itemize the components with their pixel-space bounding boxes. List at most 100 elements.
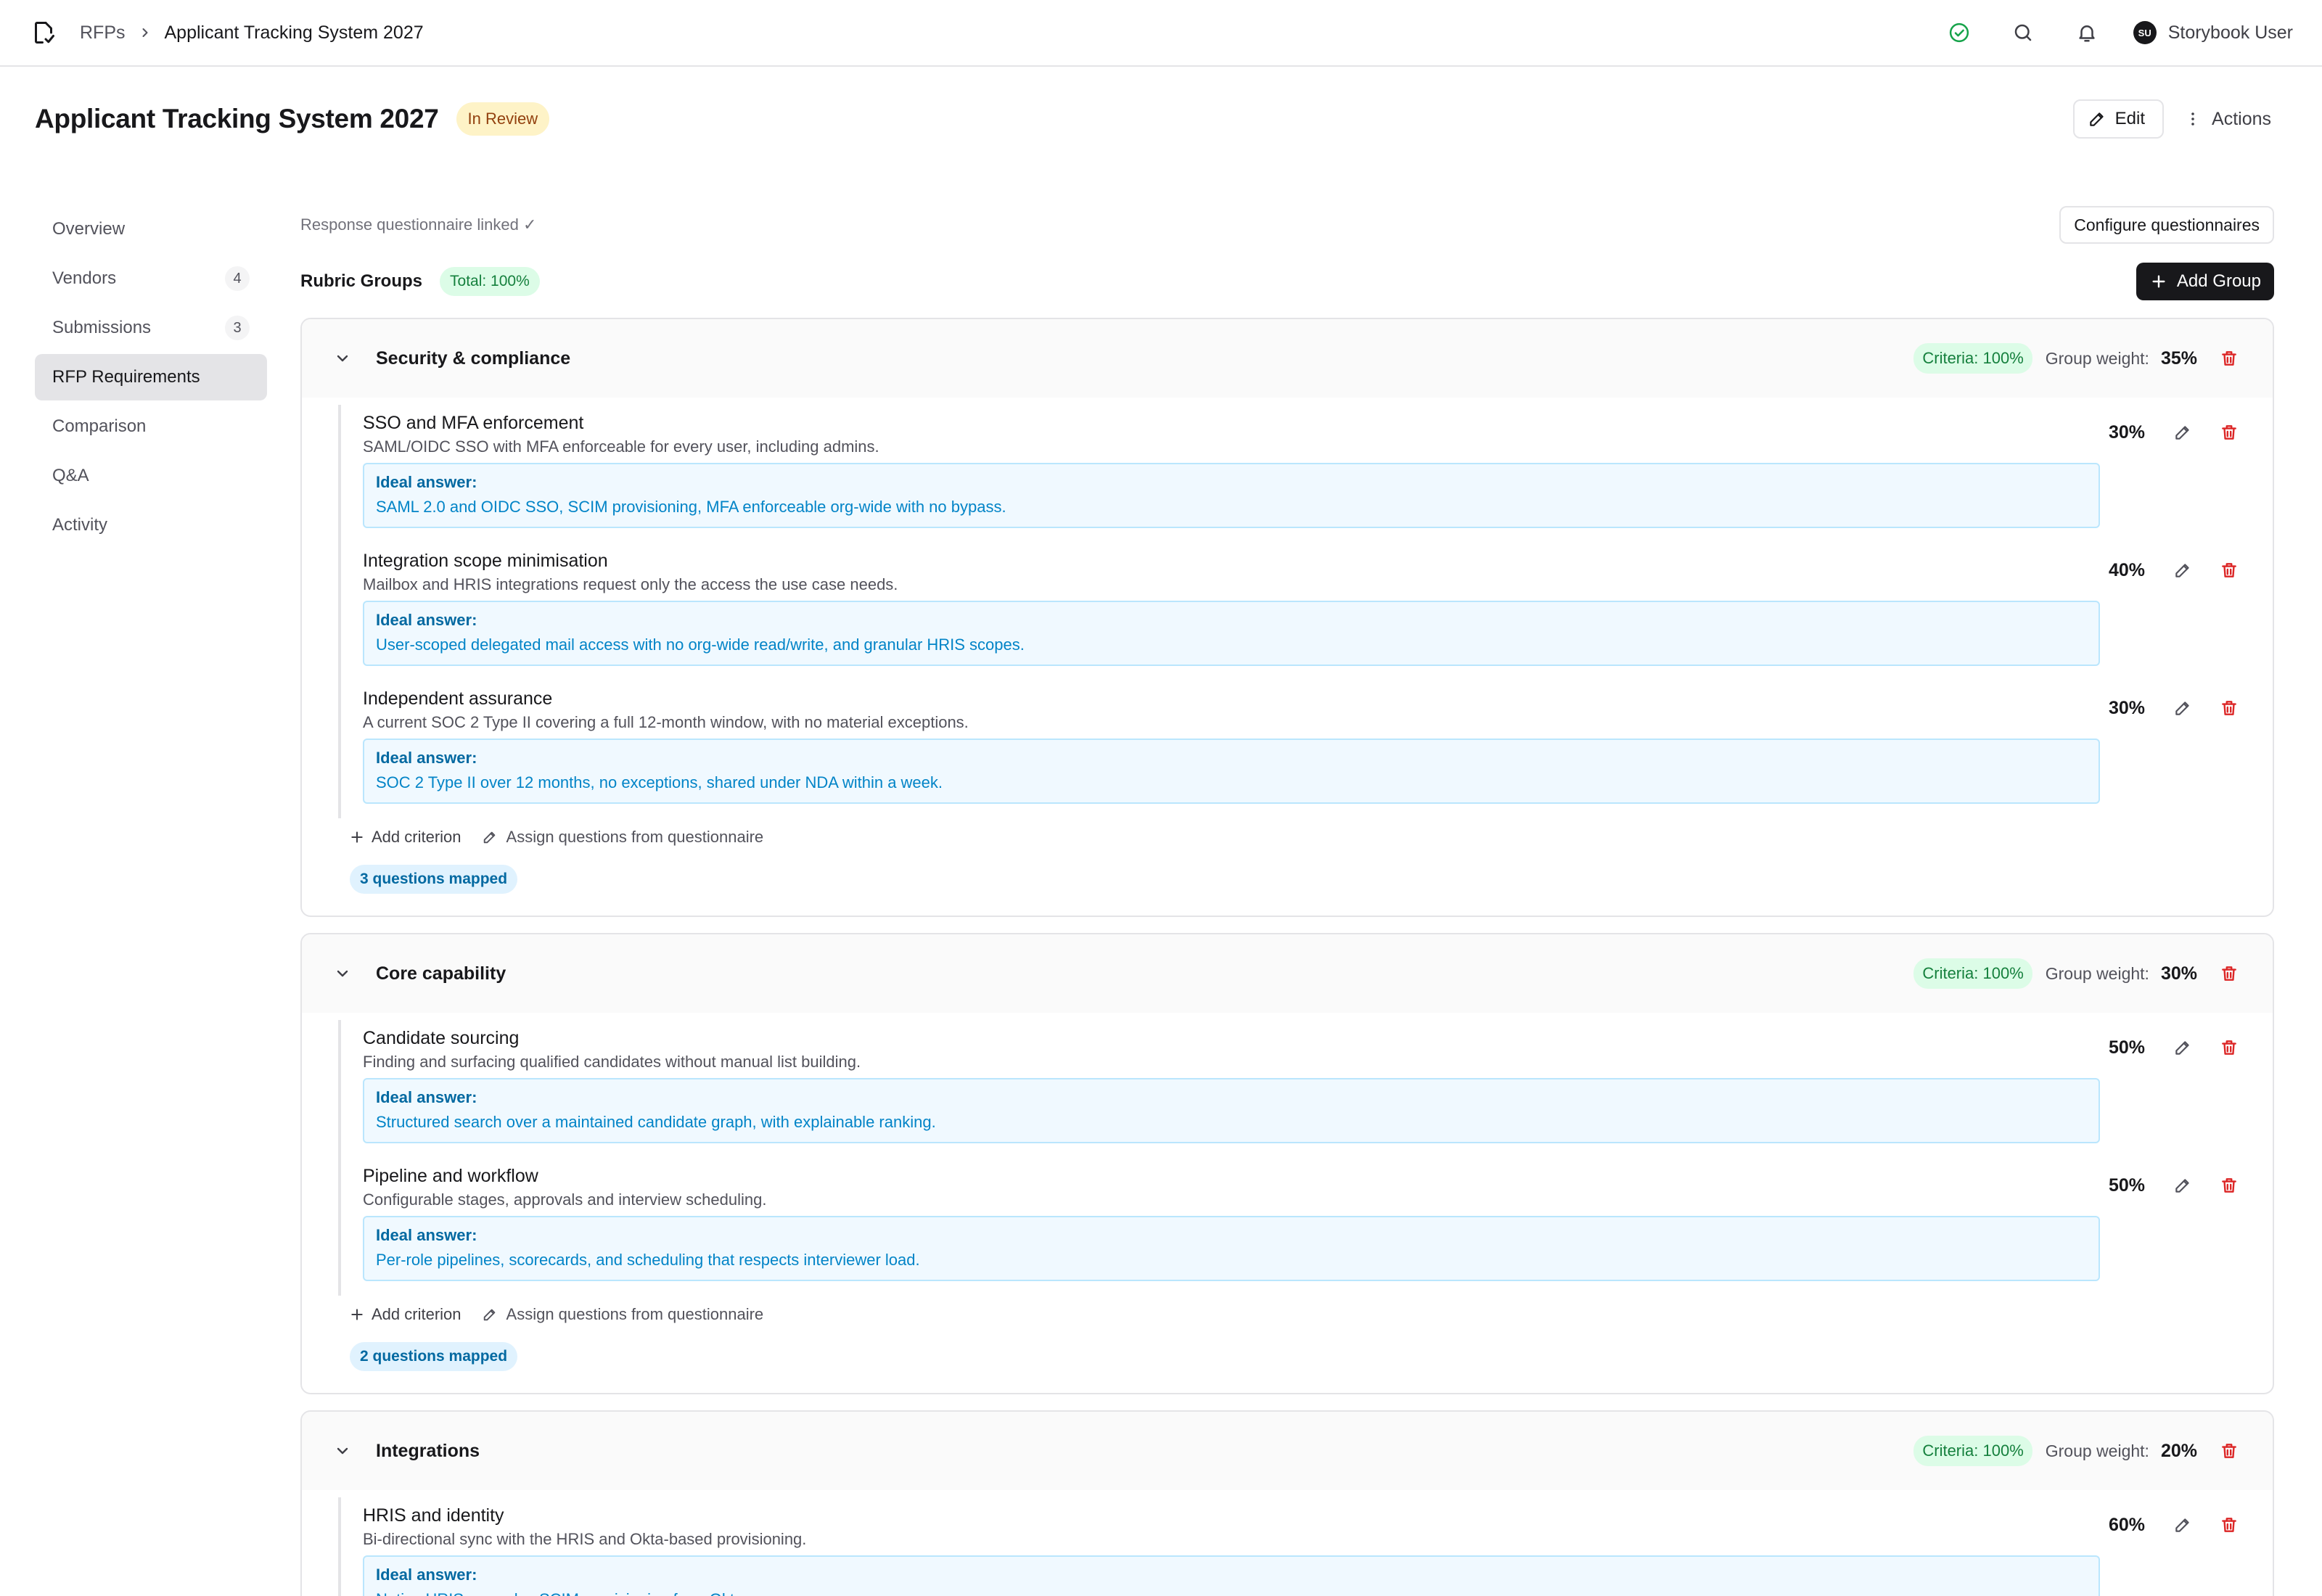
bell-icon[interactable]	[2069, 15, 2104, 50]
criterion-weight: 30%	[2108, 421, 2145, 443]
more-vertical-icon	[2191, 112, 2194, 126]
top-right-controls: SU Storybook User	[1913, 15, 2293, 50]
criterion-controls: 60%	[2101, 1510, 2244, 1539]
chevron-down-icon[interactable]	[332, 963, 353, 984]
questions-mapped-badge[interactable]: 3 questions mapped	[350, 865, 518, 894]
trash-icon[interactable]	[2215, 344, 2244, 373]
breadcrumb-rfps[interactable]: RFPs	[80, 22, 126, 44]
rubric-group: Integrations Criteria: 100% Group weight…	[300, 1410, 2274, 1596]
user-menu[interactable]: SU Storybook User	[2133, 21, 2293, 44]
edit-button[interactable]: Edit	[2072, 99, 2165, 139]
rubric-groups-header: Rubric Groups Total: 100% Add Group	[300, 261, 2274, 302]
trash-icon[interactable]	[2215, 1436, 2244, 1465]
pencil-icon[interactable]	[2168, 418, 2197, 447]
trash-icon[interactable]	[2215, 1510, 2244, 1539]
actions-button[interactable]: Actions	[2184, 109, 2271, 130]
trash-icon[interactable]	[2215, 959, 2244, 988]
questions-mapped-badge[interactable]: 2 questions mapped	[350, 1342, 518, 1371]
header-actions: Edit Actions	[2072, 99, 2287, 139]
criterion-weight: 50%	[2108, 1037, 2145, 1058]
chevron-right-icon	[136, 23, 155, 42]
add-criterion-button[interactable]: Add criterion	[350, 828, 461, 847]
sidebar-item-rfp-requirements[interactable]: RFP Requirements	[35, 354, 267, 400]
group-meta: Criteria: 100% Group weight: 20%	[1913, 1436, 2244, 1466]
sidebar-nav: Overview Vendors 4 Submissions 3 RFP Req…	[35, 206, 267, 551]
plus-icon	[2152, 275, 2165, 288]
sidebar-item-label: Q&A	[52, 466, 89, 485]
group-body: HRIS and identity Bi-directional sync wi…	[302, 1490, 2273, 1596]
questionnaire-link-row: Response questionnaire linked ✓ Configur…	[300, 205, 2274, 245]
status-badge: In Review	[456, 102, 550, 136]
pencil-icon[interactable]	[2168, 1171, 2197, 1200]
sidebar-item-submissions[interactable]: Submissions 3	[35, 305, 267, 351]
group-header[interactable]: Core capability Criteria: 100% Group wei…	[302, 934, 2273, 1013]
criterion-title: SSO and MFA enforcement	[363, 413, 584, 433]
criterion-weight: 50%	[2108, 1175, 2145, 1196]
document-check-icon[interactable]	[29, 18, 58, 47]
trash-icon[interactable]	[2215, 418, 2244, 447]
plus-icon	[351, 831, 363, 843]
trash-icon[interactable]	[2215, 1171, 2244, 1200]
group-weight-value: 35%	[2160, 347, 2197, 369]
check-circle-icon[interactable]	[1942, 15, 1977, 50]
assign-questions-button[interactable]: Assign questions from questionnaire	[482, 1305, 764, 1324]
chevron-down-icon[interactable]	[332, 348, 353, 369]
sidebar-item-overview[interactable]: Overview	[35, 206, 267, 252]
pencil-icon	[2089, 112, 2104, 126]
group-header[interactable]: Integrations Criteria: 100% Group weight…	[302, 1412, 2273, 1490]
criterion-controls: 30%	[2101, 694, 2244, 723]
add-group-label: Add Group	[2176, 271, 2261, 291]
rubric-group: Core capability Criteria: 100% Group wei…	[300, 933, 2274, 1394]
pencil-icon[interactable]	[2168, 1510, 2197, 1539]
ideal-answer-box: Ideal answer: User-scoped delegated mail…	[363, 601, 2100, 666]
group-meta: Criteria: 100% Group weight: 30%	[1913, 958, 2244, 989]
sidebar-item-label: RFP Requirements	[52, 367, 200, 387]
ideal-answer-box: Ideal answer: Structured search over a m…	[363, 1078, 2100, 1143]
group-actions: Add criterion Assign questions from ques…	[350, 1300, 2273, 1329]
trash-icon[interactable]	[2215, 556, 2244, 585]
add-group-button[interactable]: Add Group	[2136, 263, 2274, 300]
edit-button-label: Edit	[2114, 109, 2146, 128]
ideal-answer-text: Per-role pipelines, scorecards, and sche…	[376, 1251, 920, 1269]
ideal-answer-text: Native HRIS sync plus SCIM provisioning …	[376, 1587, 2087, 1596]
sidebar-item-comparison[interactable]: Comparison	[35, 403, 267, 450]
sidebar-item-vendors[interactable]: Vendors 4	[35, 255, 267, 302]
criterion-weight: 60%	[2108, 1514, 2145, 1535]
criterion-description: SAML/OIDC SSO with MFA enforceable for e…	[363, 437, 879, 456]
assign-questions-label: Assign questions from questionnaire	[506, 828, 764, 846]
pencil-icon[interactable]	[2168, 556, 2197, 585]
assign-questions-button[interactable]: Assign questions from questionnaire	[482, 828, 764, 847]
add-criterion-label: Add criterion	[372, 1305, 461, 1323]
criterion: HRIS and identity Bi-directional sync wi…	[363, 1497, 2244, 1596]
group-header[interactable]: Security & compliance Criteria: 100% Gro…	[302, 319, 2273, 398]
criterion-title: Pipeline and workflow	[363, 1166, 538, 1186]
assign-questions-label: Assign questions from questionnaire	[506, 1305, 764, 1323]
configure-questionnaires-button[interactable]: Configure questionnaires	[2059, 206, 2274, 244]
rubric-group: Security & compliance Criteria: 100% Gro…	[300, 318, 2274, 917]
sidebar-item-activity[interactable]: Activity	[35, 502, 267, 548]
ideal-answer-box: Ideal answer: SOC 2 Type II over 12 mont…	[363, 739, 2100, 804]
trash-icon[interactable]	[2215, 694, 2244, 723]
group-weight-label: Group weight:	[2045, 1441, 2149, 1460]
pencil-icon[interactable]	[2168, 1033, 2197, 1062]
pencil-icon[interactable]	[2168, 694, 2197, 723]
search-icon[interactable]	[2006, 15, 2040, 50]
user-name: Storybook User	[2167, 22, 2293, 43]
ideal-answer-label: Ideal answer:	[376, 473, 477, 491]
sidebar-item-qa[interactable]: Q&A	[35, 453, 267, 499]
criterion: Independent assurance A current SOC 2 Ty…	[363, 680, 2244, 818]
sidebar-item-label: Comparison	[52, 416, 147, 436]
sidebar-item-label: Overview	[52, 219, 126, 239]
trash-icon[interactable]	[2215, 1033, 2244, 1062]
criteria-list: Candidate sourcing Finding and surfacing…	[338, 1020, 2273, 1296]
ideal-answer-text: SAML 2.0 and OIDC SSO, SCIM provisioning…	[376, 498, 1006, 516]
questionnaire-linked-status: Response questionnaire linked ✓	[300, 215, 537, 234]
group-name: Integrations	[376, 1440, 480, 1461]
top-bar: RFPs Applicant Tracking System 2027 SU S…	[0, 0, 2322, 67]
group-meta: Criteria: 100% Group weight: 35%	[1913, 343, 2244, 374]
count-badge: 3	[225, 316, 250, 340]
chevron-down-icon[interactable]	[332, 1441, 353, 1461]
criterion: Pipeline and workflow Configurable stage…	[363, 1158, 2244, 1296]
ideal-answer-text: Structured search over a maintained cand…	[376, 1113, 936, 1131]
add-criterion-button[interactable]: Add criterion	[350, 1305, 461, 1324]
